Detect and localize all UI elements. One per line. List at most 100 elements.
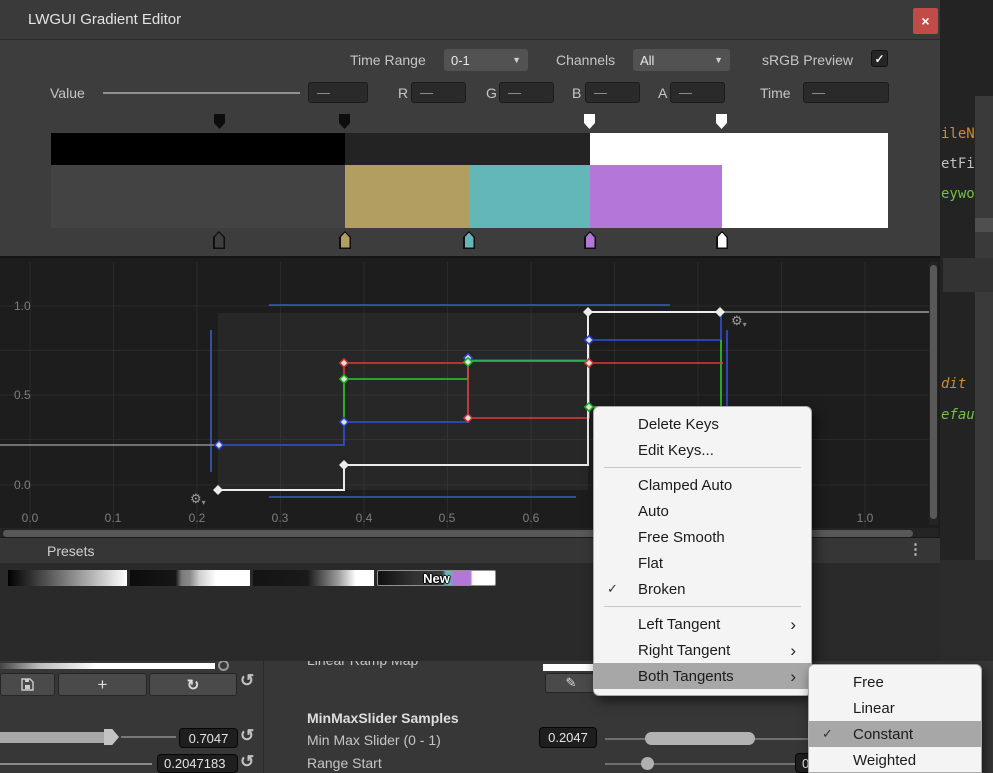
b-field[interactable]: — [585,82,640,103]
color-strip-segment [590,165,722,228]
time-field[interactable]: — [803,82,889,103]
check-icon: ✓ [607,581,618,597]
submenu-arrow-icon: › [790,668,796,685]
slider-value-field[interactable]: 0.7047 [179,728,238,748]
menu-item-free-smooth[interactable]: Free Smooth [594,524,811,550]
revert-icon[interactable]: ↺ [240,671,254,691]
submenu-item-weighted[interactable]: Weighted [809,747,981,773]
srgb-preview-label: sRGB Preview [762,52,853,68]
preset-swatch[interactable] [8,570,127,586]
slider-track-filled[interactable] [0,732,108,743]
channels-dropdown[interactable]: All ▼ [633,49,730,71]
background-code-editor: ileN etFi eywo dit efau [940,0,993,661]
presets-kebab-icon[interactable]: ⋮ [908,540,923,558]
ramp-edit-button[interactable]: ✎ [545,673,597,693]
alpha-key-marker[interactable] [339,114,350,129]
menu-item-right-tangent[interactable]: Right Tangent › [594,637,811,663]
slider-handle[interactable] [104,729,119,745]
value-slider[interactable] [103,92,300,94]
submenu-item-free[interactable]: Free [809,669,981,695]
save-button[interactable] [0,673,55,696]
presets-label: Presets [47,543,94,559]
close-button[interactable]: × [913,8,938,34]
menu-item-clamped-auto[interactable]: Clamped Auto [594,472,811,498]
color-key-marker[interactable] [213,231,225,249]
color-key-marker[interactable] [463,231,475,249]
slider-track-thin[interactable] [0,763,152,765]
menu-item-left-tangent[interactable]: Left Tangent › [594,611,811,637]
alpha-strip-segment [345,133,590,165]
g-field[interactable]: — [499,82,554,103]
y-axis-tick: 0.5 [14,388,31,402]
menu-item-delete-keys[interactable]: Delete Keys [594,411,811,437]
alpha-key-marker[interactable] [214,114,225,129]
ramp-circle-icon[interactable] [218,660,229,671]
revert-icon[interactable]: ↺ [240,752,254,772]
submenu-arrow-icon: › [790,616,796,633]
y-axis-tick: 0.0 [14,478,31,492]
time-range-value: 0-1 [451,53,470,68]
menu-item-auto[interactable]: Auto [594,498,811,524]
time-range-dropdown[interactable]: 0-1 ▼ [444,49,528,71]
preset-swatch[interactable] [130,570,250,586]
curve-settings-gear-icon[interactable]: ⚙▾ [190,492,206,509]
title-bar[interactable]: LWGUI Gradient Editor × [0,0,940,40]
value-field[interactable]: — [308,82,368,103]
screen: ileN etFi eywo dit efau Linear Ramp Map … [0,0,993,773]
minmax-range-bar[interactable] [645,732,755,745]
minmax-slider-label: Min Max Slider (0 - 1) [307,732,441,748]
vertical-scrollbar[interactable] [929,262,938,525]
g-label: G [486,85,497,101]
menu-item-flat[interactable]: Flat [594,550,811,576]
submenu-item-linear[interactable]: Linear [809,695,981,721]
range-slider-knob[interactable] [641,757,654,770]
r-label: R [398,85,408,101]
menu-item-broken[interactable]: ✓ Broken [594,576,811,602]
slider-track-rest[interactable] [121,736,176,738]
submenu-item-constant[interactable]: ✓ Constant [809,721,981,747]
minmax-value-field[interactable]: 0.2047 [539,727,597,748]
add-button[interactable]: + [58,673,147,696]
chevron-down-icon: ▼ [512,55,521,65]
code-fragment: efau [941,407,975,423]
revert-icon[interactable]: ↺ [240,726,254,746]
color-key-marker[interactable] [339,231,351,249]
submenu-arrow-icon: › [790,642,796,659]
code-selection-band [975,218,993,232]
background-panel-block2 [940,560,993,661]
menu-item-both-tangents[interactable]: Both Tangents › [594,663,811,689]
code-fragment: ileN [941,126,975,142]
value-label: Value [50,85,85,101]
x-axis-tick: 1.0 [857,511,874,525]
new-preset-button[interactable]: New [377,570,496,586]
range-start-label: Range Start [307,755,382,771]
color-key-marker[interactable] [716,231,728,249]
code-fragment: dit [941,376,966,392]
channels-value: All [640,53,654,68]
curve-settings-gear-icon[interactable]: ⚙▾ [731,314,747,331]
code-fragment: etFi [941,156,975,172]
srgb-preview-checkbox[interactable]: ✓ [871,50,888,67]
inspector-divider [263,661,264,773]
menu-separator [604,606,801,607]
x-axis-tick: 0.4 [356,511,373,525]
color-key-marker[interactable] [584,231,596,249]
ramp-preview-bar[interactable] [0,663,215,669]
a-field[interactable]: — [670,82,725,103]
color-strip-segment [345,165,469,228]
r-field[interactable]: — [411,82,466,103]
ramp-field-preview[interactable] [543,664,593,671]
vertical-scrollbar-thumb[interactable] [930,265,937,519]
check-icon: ✓ [874,52,884,66]
alpha-key-marker[interactable] [716,114,727,129]
code-scrollbar-column[interactable] [975,96,993,560]
context-menu: Delete Keys Edit Keys... Clamped Auto Au… [593,406,812,696]
menu-item-edit-keys[interactable]: Edit Keys... [594,437,811,463]
gradient-preview-bar[interactable] [51,133,888,228]
alpha-key-marker[interactable] [584,114,595,129]
preset-swatch[interactable] [253,570,374,586]
range-start-field[interactable]: 0.2047183 [157,754,238,773]
refresh-button[interactable]: ↻ [149,673,237,696]
samples-header: MinMaxSlider Samples [307,710,459,726]
selection-region [218,313,588,490]
